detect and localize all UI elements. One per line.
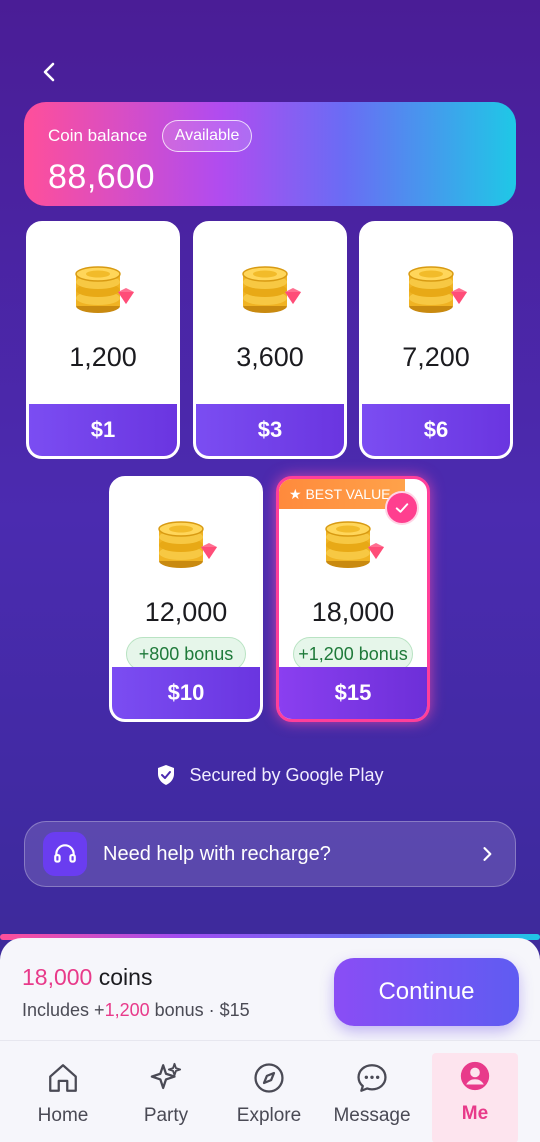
pack-amount: 7,200 — [402, 342, 470, 372]
bonus-pill: +1,200 bonus — [293, 637, 413, 671]
bonus-pill: +800 bonus — [126, 637, 246, 671]
balance-label: Coin balance — [48, 126, 148, 145]
coin-stack-icon — [242, 266, 301, 313]
selected-coins-amount: 18,000 — [22, 964, 93, 990]
secured-notice: Secured by Google Play — [0, 764, 540, 786]
coin-stack-icon — [75, 266, 134, 313]
continue-button[interactable]: Continue — [334, 958, 519, 1026]
headset-icon — [43, 832, 87, 876]
nav-label: Home — [37, 1105, 89, 1126]
pack-amount: 12,000 — [144, 597, 228, 627]
selected-coins: 18,000 coins — [22, 964, 152, 991]
bonus-suffix: bonus · $15 — [154, 1000, 250, 1020]
selected-bonus-line: Includes +1,200 bonus · $15 — [22, 1000, 250, 1021]
nav-item-party[interactable]: Party — [121, 1055, 211, 1135]
coin-stack-icon — [408, 266, 467, 313]
nav-label: Message — [333, 1105, 411, 1126]
nav-item-home[interactable]: Home — [18, 1055, 108, 1135]
coin-pack-7200[interactable]: 7,200 $6 — [359, 221, 513, 459]
coin-pack-1200[interactable]: 1,200 $1 — [26, 221, 180, 459]
purchase-summary-bar: 18,000 coins Includes +1,200 bonus · $15… — [0, 938, 540, 1040]
chevron-right-icon — [483, 847, 492, 861]
selected-check-icon — [385, 491, 419, 525]
nav-item-message[interactable]: Message — [327, 1055, 417, 1135]
nav-item-explore[interactable]: Explore — [224, 1055, 314, 1135]
pack-price: $6 — [362, 404, 510, 456]
coin-pack-12000[interactable]: 12,000 +800 bonus $10 — [109, 476, 263, 722]
bottom-nav: Home Party Explore Message Me — [0, 1040, 540, 1142]
coin-stack-icon — [325, 521, 384, 568]
pack-price: $3 — [196, 404, 344, 456]
chat-bubble-icon — [357, 1064, 387, 1092]
nav-item-me[interactable]: Me — [432, 1053, 518, 1142]
sparkles-icon — [150, 1062, 182, 1090]
coin-stack-icon — [158, 521, 217, 568]
secured-text: Secured by Google Play — [189, 764, 384, 785]
bonus-amount: 1,200 — [104, 1000, 150, 1020]
help-label: Need help with recharge? — [103, 842, 331, 865]
nav-label: Party — [143, 1105, 189, 1126]
available-badge: Available — [161, 120, 253, 152]
coin-balance-card: Coin balance Available 88,600 — [24, 102, 516, 206]
pack-price: $1 — [29, 404, 177, 456]
coin-pack-3600[interactable]: 3,600 $3 — [193, 221, 347, 459]
compass-icon — [254, 1063, 284, 1093]
pack-price: $15 — [279, 667, 427, 719]
selected-coins-word: coins — [98, 964, 153, 990]
shield-check-icon — [158, 765, 175, 786]
recharge-help-button[interactable]: Need help with recharge? — [24, 821, 516, 887]
coin-pack-18000[interactable]: ★ BEST VALUE 18,000 +1,200 bonus $15 — [276, 476, 430, 722]
nav-label: Explore — [236, 1105, 302, 1126]
pack-amount: 3,600 — [236, 342, 304, 372]
includes-prefix: Includes + — [22, 1000, 105, 1020]
chevron-left-icon — [43, 62, 55, 82]
pack-price: $10 — [112, 667, 260, 719]
pack-amount: 18,000 — [311, 597, 395, 627]
balance-value: 88,600 — [48, 158, 155, 196]
back-button[interactable] — [36, 58, 64, 86]
home-icon — [49, 1064, 77, 1092]
pack-amount: 1,200 — [69, 342, 137, 372]
nav-label: Me — [461, 1103, 489, 1124]
user-icon — [460, 1061, 490, 1091]
